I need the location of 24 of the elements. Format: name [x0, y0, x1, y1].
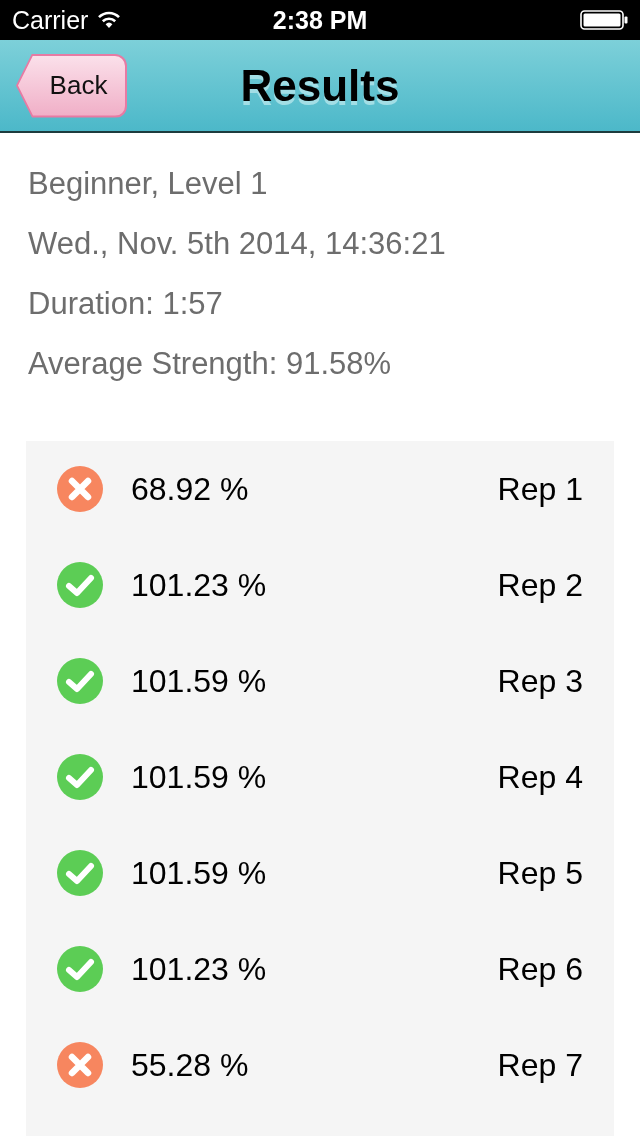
summary-text: Duration: 1:57	[28, 285, 224, 323]
strength-value: 101.59 %	[131, 662, 267, 700]
back-button[interactable]: Back	[16, 53, 127, 118]
rep-label: Rep 6	[497, 950, 583, 988]
carrier-name: Carrier	[12, 5, 89, 35]
clock-time: 2:38 PM	[272, 5, 368, 35]
strength-value: 68.92 %	[131, 470, 249, 508]
rep-label: Rep 7	[497, 1046, 583, 1084]
strength-value: 101.23 %	[131, 950, 267, 988]
summary-text: Wed., Nov. 5th 2014, 14:36:21	[28, 225, 447, 263]
strength-value: 101.23 %	[131, 566, 267, 604]
strength-value: 55.28 %	[131, 1046, 249, 1084]
strength-value: 101.59 %	[131, 854, 267, 892]
summary-text: Beginner, Level 1	[28, 165, 269, 203]
battery-icon	[580, 10, 628, 30]
rep-label: Rep 4	[497, 758, 583, 796]
screen-title: Results	[240, 59, 400, 112]
strength-value: 101.59 %	[131, 758, 267, 796]
rep-label: Rep 1	[497, 470, 583, 508]
wifi-icon	[97, 11, 122, 29]
rep-label: Rep 2	[497, 566, 583, 604]
rep-label: Rep 5	[497, 854, 583, 892]
rep-label: Rep 3	[497, 662, 583, 700]
summary-text: Average Strength: 91.58%	[28, 345, 393, 383]
